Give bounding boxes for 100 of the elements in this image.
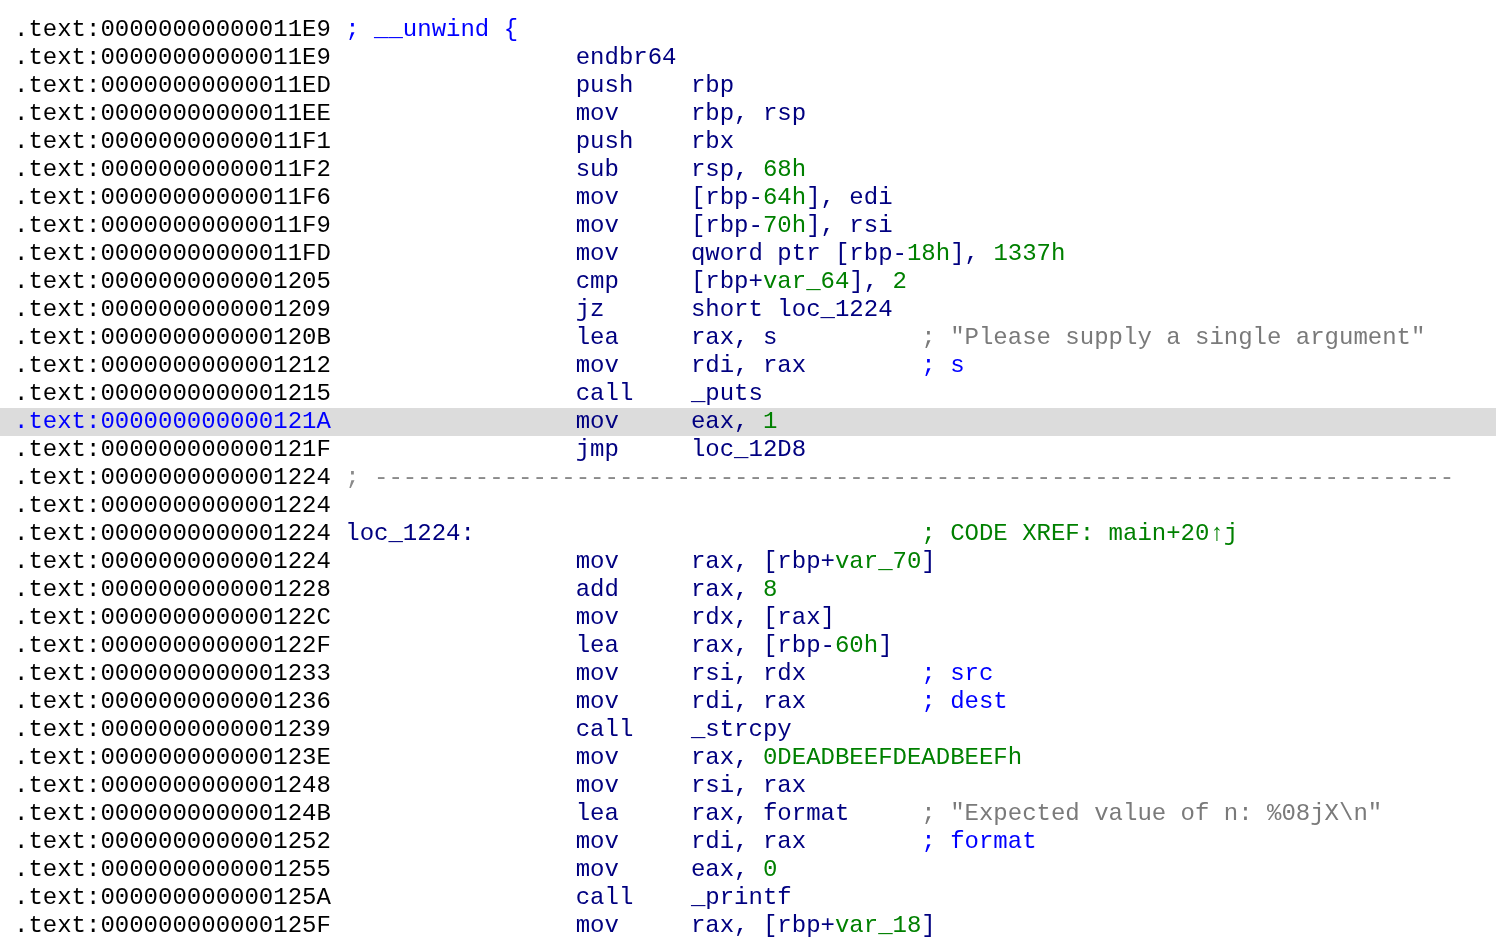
comment-text: ; "Please supply a single argument" bbox=[921, 324, 1426, 352]
address-text: .text:000000000000125A bbox=[14, 884, 331, 911]
address-text: .text:0000000000001209 bbox=[14, 296, 331, 323]
operand-text: eax, 0 bbox=[690, 856, 778, 884]
mnemonic-text: mov bbox=[575, 212, 619, 240]
address-text: .text:0000000000001224 bbox=[14, 520, 331, 547]
operand-text: rsi, rax bbox=[690, 772, 807, 800]
address-text: .text:000000000000122C bbox=[14, 604, 331, 631]
operand-text: rax, [rbp+var_18] bbox=[690, 912, 936, 940]
mnemonic-text: mov bbox=[575, 604, 619, 632]
operand-text: rax, s bbox=[690, 324, 778, 352]
operand-text: short loc_1224 bbox=[690, 296, 893, 324]
comment-text: ; __unwind { bbox=[345, 16, 519, 44]
address-text: .text:00000000000011F9 bbox=[14, 212, 331, 239]
operand-text: rdi, rax bbox=[690, 828, 807, 856]
address-text: .text:0000000000001224 bbox=[14, 492, 331, 519]
address-text: .text:000000000000120B bbox=[14, 324, 331, 351]
operand-text: rax, [rbp-60h] bbox=[690, 632, 893, 660]
mnemonic-text: mov bbox=[575, 352, 619, 380]
operand-text: rax, 8 bbox=[690, 576, 778, 604]
operand-text: eax, 1 bbox=[690, 408, 778, 436]
address-text: .text:00000000000011EE bbox=[14, 100, 331, 127]
address-text: .text:000000000000121A bbox=[14, 408, 331, 435]
mnemonic-text: push bbox=[575, 128, 634, 156]
mnemonic-text: lea bbox=[575, 800, 619, 828]
operand-text: rbx bbox=[690, 128, 735, 156]
address-text: .text:0000000000001255 bbox=[14, 856, 331, 883]
mnemonic-text: mov bbox=[575, 688, 619, 716]
address-text: .text:0000000000001215 bbox=[14, 380, 331, 407]
operand-text: loc_12D8 bbox=[690, 436, 807, 464]
mnemonic-text: mov bbox=[575, 912, 619, 940]
address-text: .text:00000000000011F6 bbox=[14, 184, 331, 211]
address-text: .text:0000000000001212 bbox=[14, 352, 331, 379]
mnemonic-text: jz bbox=[575, 296, 605, 324]
mnemonic-text: lea bbox=[575, 632, 619, 660]
address-text: .text:000000000000125F bbox=[14, 912, 331, 939]
operand-text: rdi, rax bbox=[690, 352, 807, 380]
mnemonic-text: mov bbox=[575, 240, 619, 268]
operand-text: _puts bbox=[690, 380, 763, 408]
label-text: loc_1224: bbox=[345, 520, 475, 548]
comment-text: ; s bbox=[921, 352, 965, 380]
mnemonic-text: jmp bbox=[575, 436, 619, 464]
comment-text: ; src bbox=[921, 660, 994, 688]
mnemonic-text: mov bbox=[575, 408, 619, 436]
operand-text: [rbp+var_64], 2 bbox=[690, 268, 907, 296]
operand-text: qword ptr [rbp-18h], 1337h bbox=[690, 240, 1066, 268]
address-text: .text:0000000000001248 bbox=[14, 772, 331, 799]
address-text: .text:00000000000011E9 bbox=[14, 16, 331, 43]
mnemonic-text: sub bbox=[575, 156, 619, 184]
operand-text: _strcpy bbox=[690, 716, 792, 744]
mnemonic-text: mov bbox=[575, 744, 619, 772]
address-text: .text:0000000000001205 bbox=[14, 268, 331, 295]
highlighted-row[interactable]: .text:000000000000121A mov eax, 1 bbox=[0, 408, 1496, 436]
operand-text: rax, 0DEADBEEFDEADBEEFh bbox=[690, 744, 1023, 772]
operand-text: rax, [rbp+var_70] bbox=[690, 548, 936, 576]
address-text: .text:0000000000001236 bbox=[14, 688, 331, 715]
mnemonic-text: mov bbox=[575, 548, 619, 576]
address-text: .text:0000000000001233 bbox=[14, 660, 331, 687]
address-text: .text:000000000000122F bbox=[14, 632, 331, 659]
mnemonic-text: call bbox=[575, 716, 634, 744]
operand-text: _printf bbox=[690, 884, 792, 912]
address-text: .text:0000000000001239 bbox=[14, 716, 331, 743]
mnemonic-text: push bbox=[575, 72, 634, 100]
comment-text: ; CODE XREF: main+20↑j bbox=[921, 520, 1239, 548]
mnemonic-text: mov bbox=[575, 184, 619, 212]
mnemonic-text: mov bbox=[575, 660, 619, 688]
address-text: .text:0000000000001252 bbox=[14, 828, 331, 855]
address-text: .text:00000000000011FD bbox=[14, 240, 331, 267]
operand-text: [rbp-64h], edi bbox=[690, 184, 893, 212]
operand-text: rbp bbox=[690, 72, 735, 100]
operand-text: rdx, [rax] bbox=[690, 604, 835, 632]
operand-text: rax, format bbox=[690, 800, 850, 828]
comment-text: ; "Expected value of n: %08jX\n" bbox=[921, 800, 1383, 828]
address-text: .text:000000000000123E bbox=[14, 744, 331, 771]
address-text: .text:00000000000011F1 bbox=[14, 128, 331, 155]
mnemonic-text: lea bbox=[575, 324, 619, 352]
operand-text: [rbp-70h], rsi bbox=[690, 212, 893, 240]
address-text: .text:00000000000011ED bbox=[14, 72, 331, 99]
address-text: .text:0000000000001228 bbox=[14, 576, 331, 603]
separator-line: ; --------------------------------------------------------------------------- bbox=[345, 464, 1455, 492]
operand-text: rsi, rdx bbox=[690, 660, 807, 688]
comment-text: ; format bbox=[921, 828, 1037, 856]
mnemonic-text: mov bbox=[575, 772, 619, 800]
mnemonic-text: add bbox=[575, 576, 619, 604]
mnemonic-text: mov bbox=[575, 828, 619, 856]
mnemonic-text: endbr64 bbox=[575, 44, 677, 72]
mnemonic-text: call bbox=[575, 884, 634, 912]
operand-text: rbp, rsp bbox=[690, 100, 807, 128]
address-text: .text:000000000000121F bbox=[14, 436, 331, 463]
address-text: .text:0000000000001224 bbox=[14, 464, 331, 491]
address-text: .text:0000000000001224 bbox=[14, 548, 331, 575]
mnemonic-text: mov bbox=[575, 856, 619, 884]
address-text: .text:00000000000011F2 bbox=[14, 156, 331, 183]
address-text: .text:00000000000011E9 bbox=[14, 44, 331, 71]
mnemonic-text: cmp bbox=[575, 268, 619, 296]
operand-text: rdi, rax bbox=[690, 688, 807, 716]
mnemonic-text: mov bbox=[575, 100, 619, 128]
address-text: .text:000000000000124B bbox=[14, 800, 331, 827]
mnemonic-text: call bbox=[575, 380, 634, 408]
operand-text: rsp, 68h bbox=[690, 156, 807, 184]
